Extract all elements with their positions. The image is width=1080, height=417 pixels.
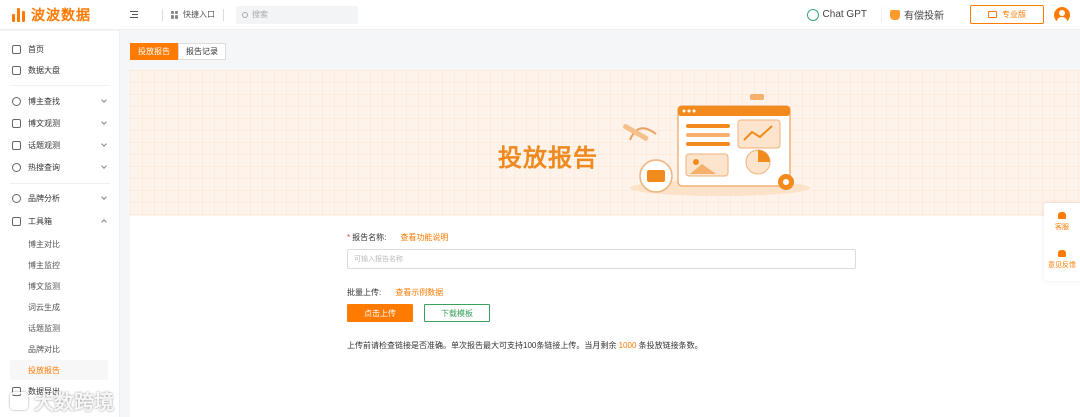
sidebar-item-label: 数据大盘 xyxy=(28,65,60,75)
diamond-icon xyxy=(12,193,21,203)
sidebar-item-hot-search[interactable]: 热搜查询 xyxy=(0,157,120,177)
sidebar-divider xyxy=(10,85,110,86)
app-logo[interactable]: 波波数据 xyxy=(0,5,120,25)
sidebar-subitem-post-monitor[interactable]: 博文监测 xyxy=(10,276,108,296)
upload-button[interactable]: 点击上传 xyxy=(347,304,413,322)
sidebar-item-label: 博主查找 xyxy=(28,96,60,106)
sidebar-item-topic-observe[interactable]: 话题观测 xyxy=(0,135,120,155)
fire-icon xyxy=(12,162,21,172)
top-header: 波波数据 快捷入口 搜索 Chat GPT 有偿投新 专业版 xyxy=(0,0,1080,30)
sidebar-item-label: 品牌分析 xyxy=(28,193,60,203)
customer-service-button[interactable]: 客服 xyxy=(1044,212,1080,232)
report-name-input[interactable]: 可输入报告名称 xyxy=(347,249,856,269)
sidebar-divider xyxy=(10,183,110,184)
sidebar-item-label: 热搜查询 xyxy=(28,162,60,172)
search-input[interactable]: 搜索 xyxy=(236,5,358,24)
header-divider xyxy=(223,8,224,21)
batch-upload-row: 批量上传: 查看示例数据 xyxy=(347,287,443,298)
report-name-row: * 报告名称: 查看功能说明 xyxy=(347,232,448,243)
feedback-button[interactable]: 意见反馈 xyxy=(1044,250,1080,270)
sidebar-item-label: 博文观测 xyxy=(28,118,60,128)
chatgpt-icon xyxy=(806,8,819,21)
logo-bars-icon xyxy=(12,7,25,22)
globe-icon xyxy=(12,96,21,106)
report-tabs: 投放报告 报告记录 xyxy=(130,43,226,60)
pro-label: 专业版 xyxy=(1002,10,1026,19)
search-placeholder: 搜索 xyxy=(252,10,268,19)
pro-icon xyxy=(988,11,997,18)
chevron-down-icon xyxy=(101,119,107,125)
note-suffix: 条投放链接条数。 xyxy=(638,341,703,350)
chevron-up-icon xyxy=(101,219,107,225)
grid-icon xyxy=(171,10,179,19)
headset-icon xyxy=(1058,212,1066,219)
sidebar-item-blogger-search[interactable]: 博主查找 xyxy=(0,91,120,111)
sidebar-item-label: 首页 xyxy=(28,44,44,54)
toolbox-icon xyxy=(12,216,21,226)
topic-icon xyxy=(12,140,21,150)
watermark-logo-icon xyxy=(10,391,28,410)
chatgpt-button[interactable]: Chat GPT xyxy=(806,8,867,21)
dashboard-icon xyxy=(12,65,21,75)
sidebar: 首页 数据大盘 博主查找 博文观测 话题观测 热搜查询 品牌分析 工具箱 博主对… xyxy=(0,31,120,417)
sidebar-item-label: 话题观测 xyxy=(28,140,60,150)
user-avatar-icon[interactable] xyxy=(1054,6,1070,23)
sidebar-item-dashboard[interactable]: 数据大盘 xyxy=(0,60,120,80)
report-banner: 投放报告 xyxy=(130,70,1080,216)
chatgpt-label: Chat GPT xyxy=(822,9,867,20)
report-name-label: 报告名称: xyxy=(352,233,387,242)
report-illustration-icon xyxy=(623,94,810,196)
download-template-button[interactable]: 下载模板 xyxy=(424,304,490,322)
feedback-label: 意见反馈 xyxy=(1048,262,1076,269)
chevron-down-icon xyxy=(101,97,107,103)
customer-service-label: 客服 xyxy=(1055,224,1069,231)
upload-note: 上传前请检查链接是否准确。单次报告最大可支持100条链接上传。当月剩余 1000… xyxy=(347,340,703,351)
chevron-down-icon xyxy=(101,194,107,200)
feedback-icon xyxy=(1058,250,1066,257)
sidebar-item-toolbox[interactable]: 工具箱 xyxy=(0,211,120,231)
logo-text: 波波数据 xyxy=(31,6,91,23)
youtou-label: 有偿投新 xyxy=(904,11,944,22)
chart-icon xyxy=(12,118,21,128)
sidebar-subitem-ad-report[interactable]: 投放报告 xyxy=(10,360,108,380)
view-feature-guide-link[interactable]: 查看功能说明 xyxy=(400,232,448,243)
sidebar-subitem-topic-monitor[interactable]: 话题监测 xyxy=(10,318,108,338)
sidebar-subitem-blogger-compare[interactable]: 博主对比 xyxy=(10,234,108,254)
home-icon xyxy=(12,44,21,54)
tab-ad-report[interactable]: 投放报告 xyxy=(130,43,178,60)
watermark-text: 大数跨境 xyxy=(34,392,114,414)
tab-report-history[interactable]: 报告记录 xyxy=(178,43,226,60)
youtou-button[interactable]: 有偿投新 xyxy=(881,7,944,22)
report-form-panel xyxy=(130,216,1080,417)
header-divider xyxy=(162,8,163,21)
search-icon xyxy=(242,11,248,18)
batch-upload-label: 批量上传: xyxy=(347,288,382,297)
chevron-down-icon xyxy=(101,163,107,169)
pro-version-button[interactable]: 专业版 xyxy=(970,5,1044,24)
floating-help-panel: 客服 意见反馈 xyxy=(1044,203,1080,281)
sidebar-item-label: 工具箱 xyxy=(28,216,52,226)
chevron-down-icon xyxy=(101,141,107,147)
money-bag-icon xyxy=(890,9,900,20)
required-mark: * xyxy=(347,233,351,242)
sidebar-item-brand-analysis[interactable]: 品牌分析 xyxy=(0,188,120,208)
collapse-menu-icon[interactable] xyxy=(128,10,140,20)
sidebar-subitem-brand-compare[interactable]: 品牌对比 xyxy=(10,339,108,359)
quick-entry-label: 快捷入口 xyxy=(183,10,215,19)
quick-entry[interactable]: 快捷入口 xyxy=(171,9,215,20)
sidebar-item-post-observe[interactable]: 博文观测 xyxy=(0,113,120,133)
note-prefix: 上传前请检查链接是否准确。单次报告最大可支持100条链接上传。当月剩余 xyxy=(347,341,617,350)
sidebar-item-home[interactable]: 首页 xyxy=(0,39,120,59)
watermark: 大数跨境 xyxy=(10,386,114,415)
view-sample-data-link[interactable]: 查看示例数据 xyxy=(395,287,443,298)
sidebar-subitem-wordcloud[interactable]: 词云生成 xyxy=(10,297,108,317)
banner-title: 投放报告 xyxy=(498,145,598,172)
remaining-count: 1000 xyxy=(618,341,637,350)
sidebar-subitem-blogger-monitor[interactable]: 博主监控 xyxy=(10,255,108,275)
